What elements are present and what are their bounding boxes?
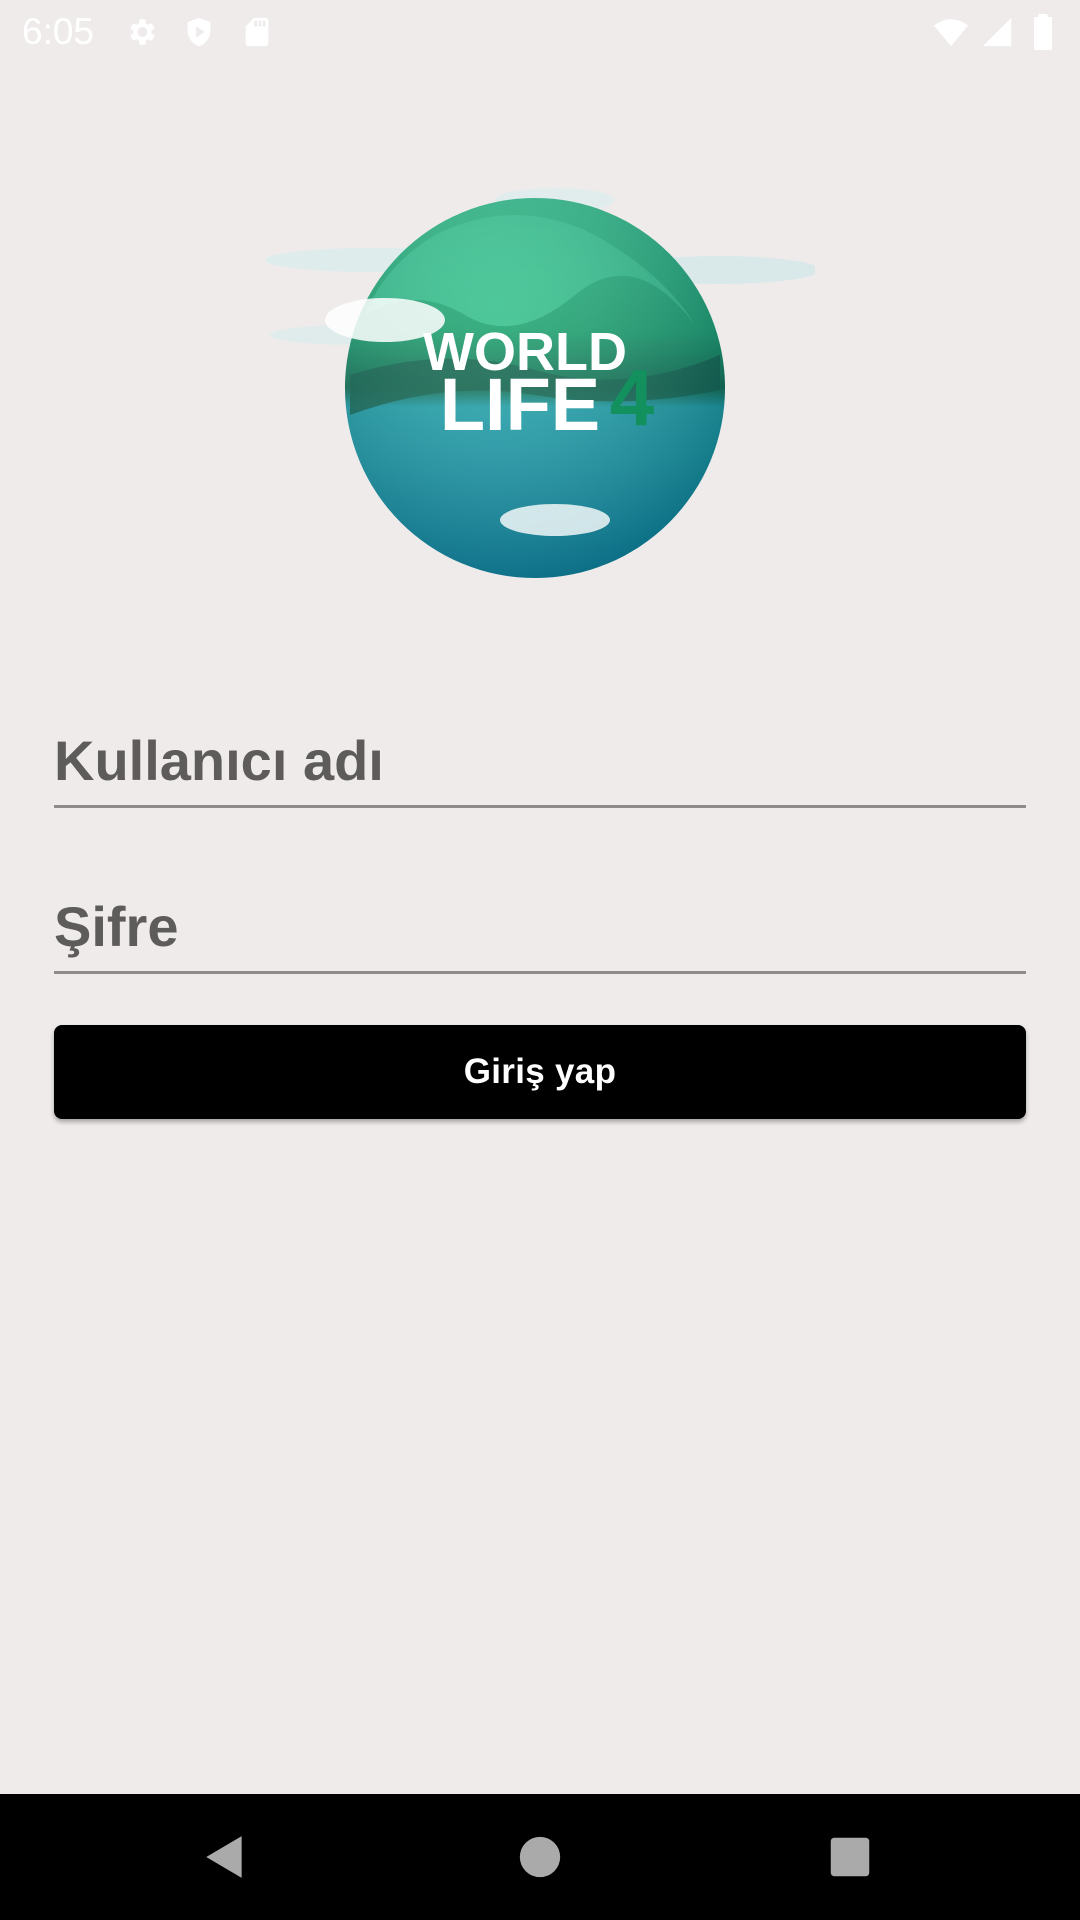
logo-line2: LIFE	[440, 363, 600, 446]
home-button[interactable]	[490, 1807, 590, 1907]
login-button[interactable]: Giriş yap	[54, 1025, 1026, 1119]
login-screen: 6:05 WORLD LIFE 4 Kullanıcı adı Giriş ya…	[0, 0, 1080, 1920]
sd-card-icon	[240, 15, 274, 49]
back-icon	[206, 1836, 242, 1878]
status-bar-left: 6:05	[22, 11, 298, 53]
status-bar-right	[922, 13, 1060, 50]
battery-icon	[1026, 13, 1060, 50]
recents-icon	[830, 1837, 870, 1877]
shield-icon	[182, 15, 216, 49]
login-button-label: Giriş yap	[463, 1052, 617, 1091]
username-field-container	[54, 698, 1026, 808]
home-icon	[519, 1836, 561, 1878]
username-input[interactable]	[54, 698, 1026, 805]
status-time: 6:05	[22, 10, 95, 52]
password-field-container	[54, 864, 1026, 974]
recents-button[interactable]	[800, 1807, 900, 1907]
password-input[interactable]	[54, 864, 1026, 971]
world-life-logo: WORLD LIFE 4	[265, 175, 820, 585]
wifi-icon	[934, 15, 968, 49]
status-bar: 6:05	[0, 0, 1080, 63]
logo-number: 4	[610, 353, 655, 442]
back-button[interactable]	[175, 1807, 275, 1907]
navigation-bar	[0, 1794, 1080, 1920]
settings-icon	[124, 15, 158, 49]
signal-icon	[980, 15, 1014, 49]
